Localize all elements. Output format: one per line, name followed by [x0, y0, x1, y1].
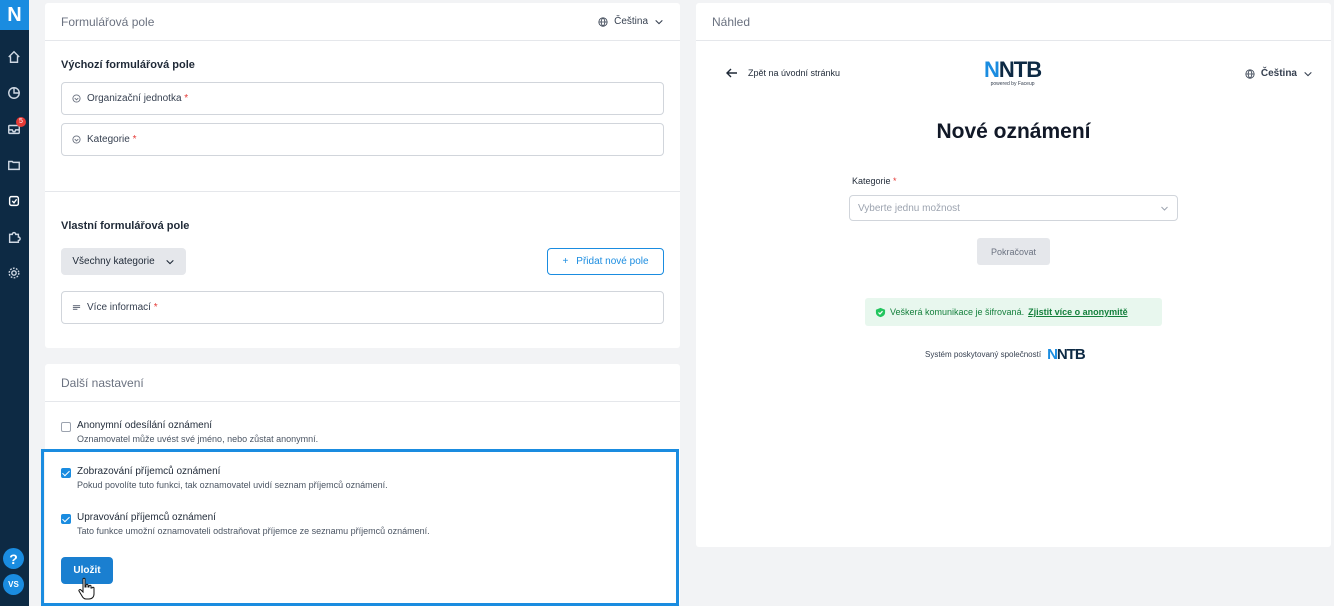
chevron-down-icon [655, 19, 663, 24]
back-label: Zpět na úvodní stránku [748, 68, 841, 78]
form-fields-panel: Formulářová pole Čeština Výchozí formulá… [45, 3, 680, 348]
language-label: Čeština [614, 16, 648, 27]
dropdown-circle-icon [72, 135, 81, 144]
provided-by: Systém poskytovaný společností NNTB [925, 346, 1086, 363]
provided-brand-logo: NNTB [1047, 346, 1086, 363]
select-placeholder: Vyberte jednu možnost [858, 202, 960, 214]
anonymity-link[interactable]: Zjistit více o anonymitě [1028, 307, 1128, 317]
sidebar: N 5 ? VS [0, 0, 29, 606]
home-icon[interactable] [5, 48, 23, 66]
field-more-info[interactable]: Více informací * [61, 291, 664, 324]
text-lines-icon [72, 305, 81, 310]
continue-button[interactable]: Pokračovat [977, 238, 1050, 265]
chevron-down-icon [1161, 206, 1168, 211]
field-label: Kategorie * [87, 134, 137, 145]
language-label: Čeština [1260, 68, 1297, 79]
default-fields-title: Výchozí formulářová pole [61, 59, 195, 71]
shield-check-icon [875, 307, 886, 317]
panel-title: Formulářová pole [61, 14, 155, 29]
language-select[interactable]: Čeština [598, 16, 664, 27]
chart-icon[interactable] [5, 84, 23, 102]
brand-logo: NNTB powered by Faceup [984, 57, 1042, 88]
hand-cursor-icon [78, 577, 95, 600]
field-label: Více informací * [87, 302, 158, 313]
brand-wordmark: NNTB [984, 57, 1042, 82]
inbox-icon[interactable]: 5 [5, 117, 26, 138]
add-field-label: Přidat nové pole [576, 256, 649, 267]
field-label: Organizační jednotka * [87, 93, 189, 104]
secure-text: Veškerá komunikace je šifrovaná. [890, 307, 1025, 317]
back-link[interactable]: Zpět na úvodní stránku [726, 67, 840, 79]
form-fields-header: Formulářová pole Čeština [45, 3, 680, 41]
checkbox[interactable] [61, 422, 71, 432]
category-label: Kategorie * [852, 176, 897, 186]
option-label: Anonymní odesílání oznámení [77, 420, 213, 431]
preview-title: Nové oznámení [936, 120, 1091, 143]
category-select[interactable]: Vyberte jednu možnost [849, 195, 1178, 221]
custom-fields-title: Vlastní formulářová pole [61, 220, 190, 232]
chevron-down-icon [1304, 71, 1312, 76]
category-filter-dropdown[interactable]: Všechny kategorie [61, 248, 186, 275]
divider [45, 191, 680, 192]
brand-subtitle: powered by Faceup [990, 81, 1035, 87]
app-logo[interactable]: N [0, 0, 29, 30]
preview-panel: Náhled Zpět na úvodní stránku NNTB power… [696, 3, 1331, 547]
secure-banner: Veškerá komunikace je šifrovaná. Zjistit… [865, 298, 1162, 326]
option-anonymous[interactable]: Anonymní odesílání oznámení Oznamovatel … [61, 420, 318, 444]
panel-title: Další nastavení [61, 375, 144, 390]
highlight-box [41, 449, 679, 606]
help-icon[interactable]: ? [3, 548, 24, 569]
settings-header: Další nastavení [45, 364, 680, 402]
folder-icon[interactable] [5, 156, 23, 174]
arrow-left-icon [726, 68, 737, 78]
field-category[interactable]: Kategorie * [61, 123, 664, 156]
category-filter-label: Všechny kategorie [72, 256, 155, 267]
plus-icon: + [562, 256, 569, 267]
provided-by-text: Systém poskytovaný společností [925, 350, 1042, 359]
globe-icon [1245, 68, 1255, 79]
puzzle-icon[interactable] [5, 228, 23, 246]
forms-icon[interactable] [5, 192, 23, 210]
preview-header: Náhled [696, 3, 1331, 41]
globe-icon [598, 16, 608, 27]
add-field-button[interactable]: + Přidat nové pole [547, 248, 664, 275]
avatar[interactable]: VS [3, 574, 24, 595]
chevron-down-icon [165, 259, 174, 264]
preview-language-select[interactable]: Čeština [1245, 68, 1313, 79]
option-description: Oznamovatel může uvést své jméno, nebo z… [77, 434, 319, 444]
notification-badge: 5 [16, 117, 26, 127]
panel-title: Náhled [712, 14, 751, 29]
field-organizational-unit[interactable]: Organizační jednotka * [61, 82, 664, 115]
gear-icon[interactable] [5, 264, 23, 282]
dropdown-circle-icon [72, 94, 81, 103]
